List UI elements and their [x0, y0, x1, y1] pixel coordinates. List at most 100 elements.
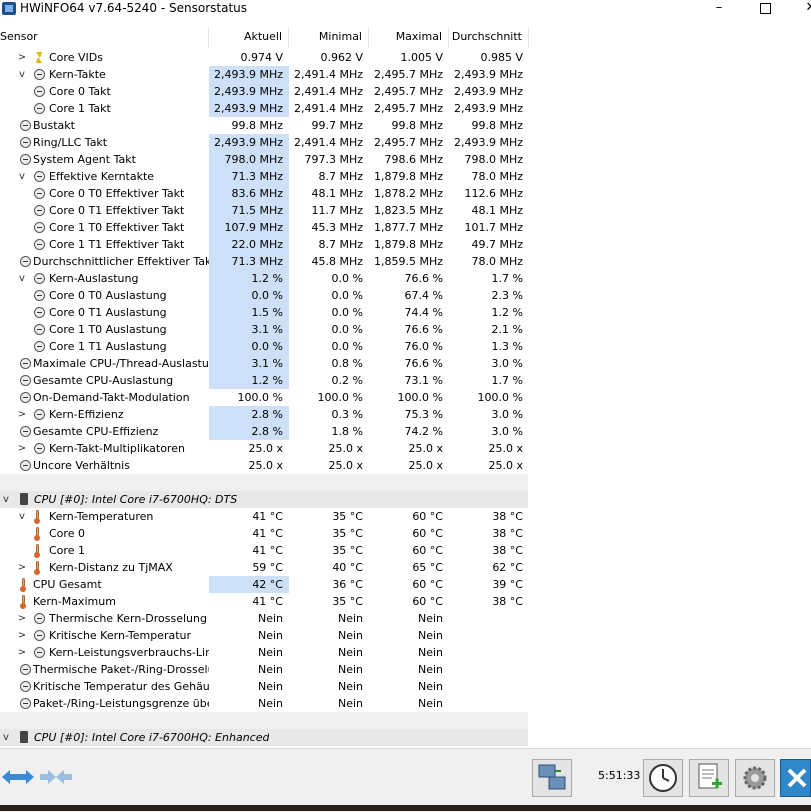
sensor-row[interactable]: > Kern-Takt-Multiplikatoren 25.0 x 25.0 x 25…	[0, 440, 528, 457]
sensor-label: Kern-Distanz zu TjMAX	[49, 561, 173, 574]
collapse-chevron-icon[interactable]: v	[16, 270, 28, 287]
timer-button[interactable]	[643, 759, 683, 797]
sensor-row[interactable]: System Agent Takt 798.0 MHz 797.3 MHz 798.6…	[0, 151, 528, 168]
sensor-label: Kern-Temperaturen	[49, 510, 154, 523]
sensor-row[interactable]: > Thermische Kern-Drosselung Nein Nein Nein	[0, 610, 528, 627]
sensor-row[interactable]: v Kern-Auslastung 1.2 % 0.0 % 76.6 % 1.7 %	[0, 270, 528, 287]
maximum-value: 99.8 MHz	[391, 119, 443, 132]
expand-chevron-icon[interactable]: >	[16, 49, 28, 66]
separator-row	[0, 474, 528, 491]
sensor-label: Core VIDs	[49, 51, 103, 64]
sensor-label: Core 1 T0 Auslastung	[49, 323, 167, 336]
clock-icon	[34, 239, 45, 250]
sensor-row[interactable]: Core 0 41 °C 35 °C 60 °C 38 °C	[0, 525, 528, 542]
sensor-row[interactable]: Gesamte CPU-Auslastung 1.2 % 0.2 % 73.1 % 1.…	[0, 372, 528, 389]
header-maximum[interactable]: Maximal	[369, 28, 449, 48]
current-value: 1.2 %	[209, 270, 289, 287]
current-value: 2,493.9 MHz	[209, 83, 289, 100]
collapse-chevron-icon[interactable]: v	[16, 168, 28, 185]
collapse-chevron-icon[interactable]: v	[0, 491, 12, 508]
sensor-row[interactable]: Core 1 Takt 2,493.9 MHz 2,491.4 MHz 2,495.7…	[0, 100, 528, 117]
average-value: 48.1 MHz	[471, 204, 523, 217]
sensor-row[interactable]: > Kern-Distanz zu TjMAX 59 °C 40 °C 65 °C 62 …	[0, 559, 528, 576]
sensor-row[interactable]: Core 0 Takt 2,493.9 MHz 2,491.4 MHz 2,495.7…	[0, 83, 528, 100]
clock-icon	[34, 443, 45, 454]
sensor-label: Kern-Effizienz	[49, 408, 124, 421]
expand-chevron-icon[interactable]: >	[16, 610, 28, 627]
expand-chevron-icon[interactable]: >	[16, 559, 28, 576]
sensor-row[interactable]: Core 1 T1 Auslastung 0.0 % 0.0 % 76.0 % 1.3 …	[0, 338, 528, 355]
clock-icon	[20, 698, 31, 709]
header-current[interactable]: Aktuell	[209, 28, 289, 48]
sensor-label: Thermische Kern-Drosselung	[49, 612, 207, 625]
header-average[interactable]: Durchschnitt	[449, 28, 529, 48]
sensor-row[interactable]: > Kern-Leistungsverbrauchs-Lim... Nein Nein…	[0, 644, 528, 661]
header-sensor[interactable]: Sensor	[0, 28, 209, 48]
add-report-button[interactable]	[689, 759, 729, 797]
report-add-icon	[698, 763, 722, 789]
sensor-row[interactable]: Core 0 T1 Auslastung 1.5 % 0.0 % 74.4 % 1.2 …	[0, 304, 528, 321]
expand-chevron-icon[interactable]: >	[16, 406, 28, 423]
close-window-button[interactable]: ✕	[788, 0, 811, 17]
expand-chevron-icon[interactable]: >	[16, 440, 28, 457]
maximum-value: 76.0 %	[404, 340, 443, 353]
sensor-row[interactable]: Core 0 T1 Effektiver Takt 71.5 MHz 11.7 MH…	[0, 202, 528, 219]
sensor-row[interactable]: Durchschnittlicher Effektiver Takt 71.3 M…	[0, 253, 528, 270]
current-value: 42 °C	[209, 576, 289, 593]
navigate-back-button[interactable]	[0, 764, 36, 790]
current-value: 798.0 MHz	[209, 151, 289, 168]
sensor-row[interactable]: Paket-/Ring-Leistungsgrenze übe... Nein Ne…	[0, 695, 528, 712]
minimize-button[interactable]: –	[696, 0, 742, 17]
sensor-row[interactable]: Core 0 T0 Auslastung 0.0 % 0.0 % 67.4 % 2.3 …	[0, 287, 528, 304]
sensor-row[interactable]: CPU Gesamt 42 °C 36 °C 60 °C 39 °C	[0, 576, 528, 593]
settings-button[interactable]	[735, 759, 775, 797]
maximum-value: 60 °C	[412, 510, 443, 523]
sensor-row[interactable]: Thermische Paket-/Ring-Drosselung Nein Nei…	[0, 661, 528, 678]
sensor-row[interactable]: Ring/LLC Takt 2,493.9 MHz 2,491.4 MHz 2,495…	[0, 134, 528, 151]
navigate-forward-button[interactable]	[38, 764, 74, 790]
chip-icon	[20, 731, 28, 743]
sensor-row[interactable]: Core 1 T1 Effektiver Takt 22.0 MHz 8.7 MHz…	[0, 236, 528, 253]
sensor-label: Kern-Takte	[49, 68, 106, 81]
sensor-row[interactable]: Core 1 T0 Effektiver Takt 107.9 MHz 45.3 M…	[0, 219, 528, 236]
sensor-row[interactable]: Maximale CPU-/Thread-Auslastung 3.1 % 0.8 …	[0, 355, 528, 372]
average-value: 2,493.9 MHz	[453, 102, 523, 115]
sensor-row[interactable]: v Effektive Kerntakte 71.3 MHz 8.7 MHz 1,879…	[0, 168, 528, 185]
collapse-chevron-icon[interactable]: v	[0, 729, 12, 746]
sensor-row[interactable]: v Kern-Temperaturen 41 °C 35 °C 60 °C 38 °C	[0, 508, 528, 525]
collapse-chevron-icon[interactable]: v	[16, 66, 28, 83]
expand-chevron-icon[interactable]: >	[16, 627, 28, 644]
sensor-row[interactable]: Bustakt 99.8 MHz 99.7 MHz 99.8 MHz 99.8 MHz	[0, 117, 528, 134]
average-value: 62 °C	[492, 561, 523, 574]
sensor-group-row[interactable]: v CPU [#0]: Intel Core i7-6700HQ: Enhance…	[0, 729, 528, 746]
sensor-row[interactable]: Core 1 T0 Auslastung 3.1 % 0.0 % 76.6 % 2.1 …	[0, 321, 528, 338]
sensor-row[interactable]: v Kern-Takte 2,493.9 MHz 2,491.4 MHz 2,495.7…	[0, 66, 528, 83]
clock-icon	[34, 290, 45, 301]
sensor-row[interactable]: > Kritische Kern-Temperatur Nein Nein Nein	[0, 627, 528, 644]
sensor-row[interactable]: Core 0 T0 Effektiver Takt 83.6 MHz 48.1 MH…	[0, 185, 528, 202]
clock-icon	[34, 647, 45, 658]
sensor-row[interactable]: Kern-Maximum 41 °C 35 °C 60 °C 38 °C	[0, 593, 528, 610]
current-value: 107.9 MHz	[209, 219, 289, 236]
current-value: 41 °C	[252, 527, 283, 540]
close-app-button[interactable]	[780, 759, 811, 797]
maximize-button[interactable]	[742, 0, 788, 17]
sensor-row[interactable]: > Core VIDs 0.974 V 0.962 V 1.005 V 0.985 V	[0, 49, 528, 66]
current-value: 83.6 MHz	[209, 185, 289, 202]
column-header: Sensor Aktuell Minimal Maximal Durchschn…	[0, 28, 529, 48]
sensor-row[interactable]: Kritische Temperatur des Gehäus... Nein Ne…	[0, 678, 528, 695]
minimum-value: Nein	[337, 697, 363, 710]
sensor-row[interactable]: Core 1 41 °C 35 °C 60 °C 38 °C	[0, 542, 528, 559]
header-minimum[interactable]: Minimal	[289, 28, 369, 48]
maximum-value: 2,495.7 MHz	[373, 136, 443, 149]
sensor-row[interactable]: > Kern-Effizienz 2.8 % 0.3 % 75.3 % 3.0 %	[0, 406, 528, 423]
maximum-value: 1,823.5 MHz	[373, 204, 443, 217]
network-button[interactable]	[532, 759, 572, 797]
collapse-chevron-icon[interactable]: v	[16, 508, 28, 525]
sensor-row[interactable]: Gesamte CPU-Effizienz 2.8 % 1.8 % 74.2 % 3.0…	[0, 423, 528, 440]
sensor-group-row[interactable]: v CPU [#0]: Intel Core i7-6700HQ: DTS	[0, 491, 528, 508]
sensor-row[interactable]: On-Demand-Takt-Modulation 100.0 % 100.0 % 1…	[0, 389, 528, 406]
expand-chevron-icon[interactable]: >	[16, 644, 28, 661]
sensor-row[interactable]: Uncore Verhältnis 25.0 x 25.0 x 25.0 x 25.0 …	[0, 457, 528, 474]
double-arrow-disabled-icon	[40, 770, 72, 784]
